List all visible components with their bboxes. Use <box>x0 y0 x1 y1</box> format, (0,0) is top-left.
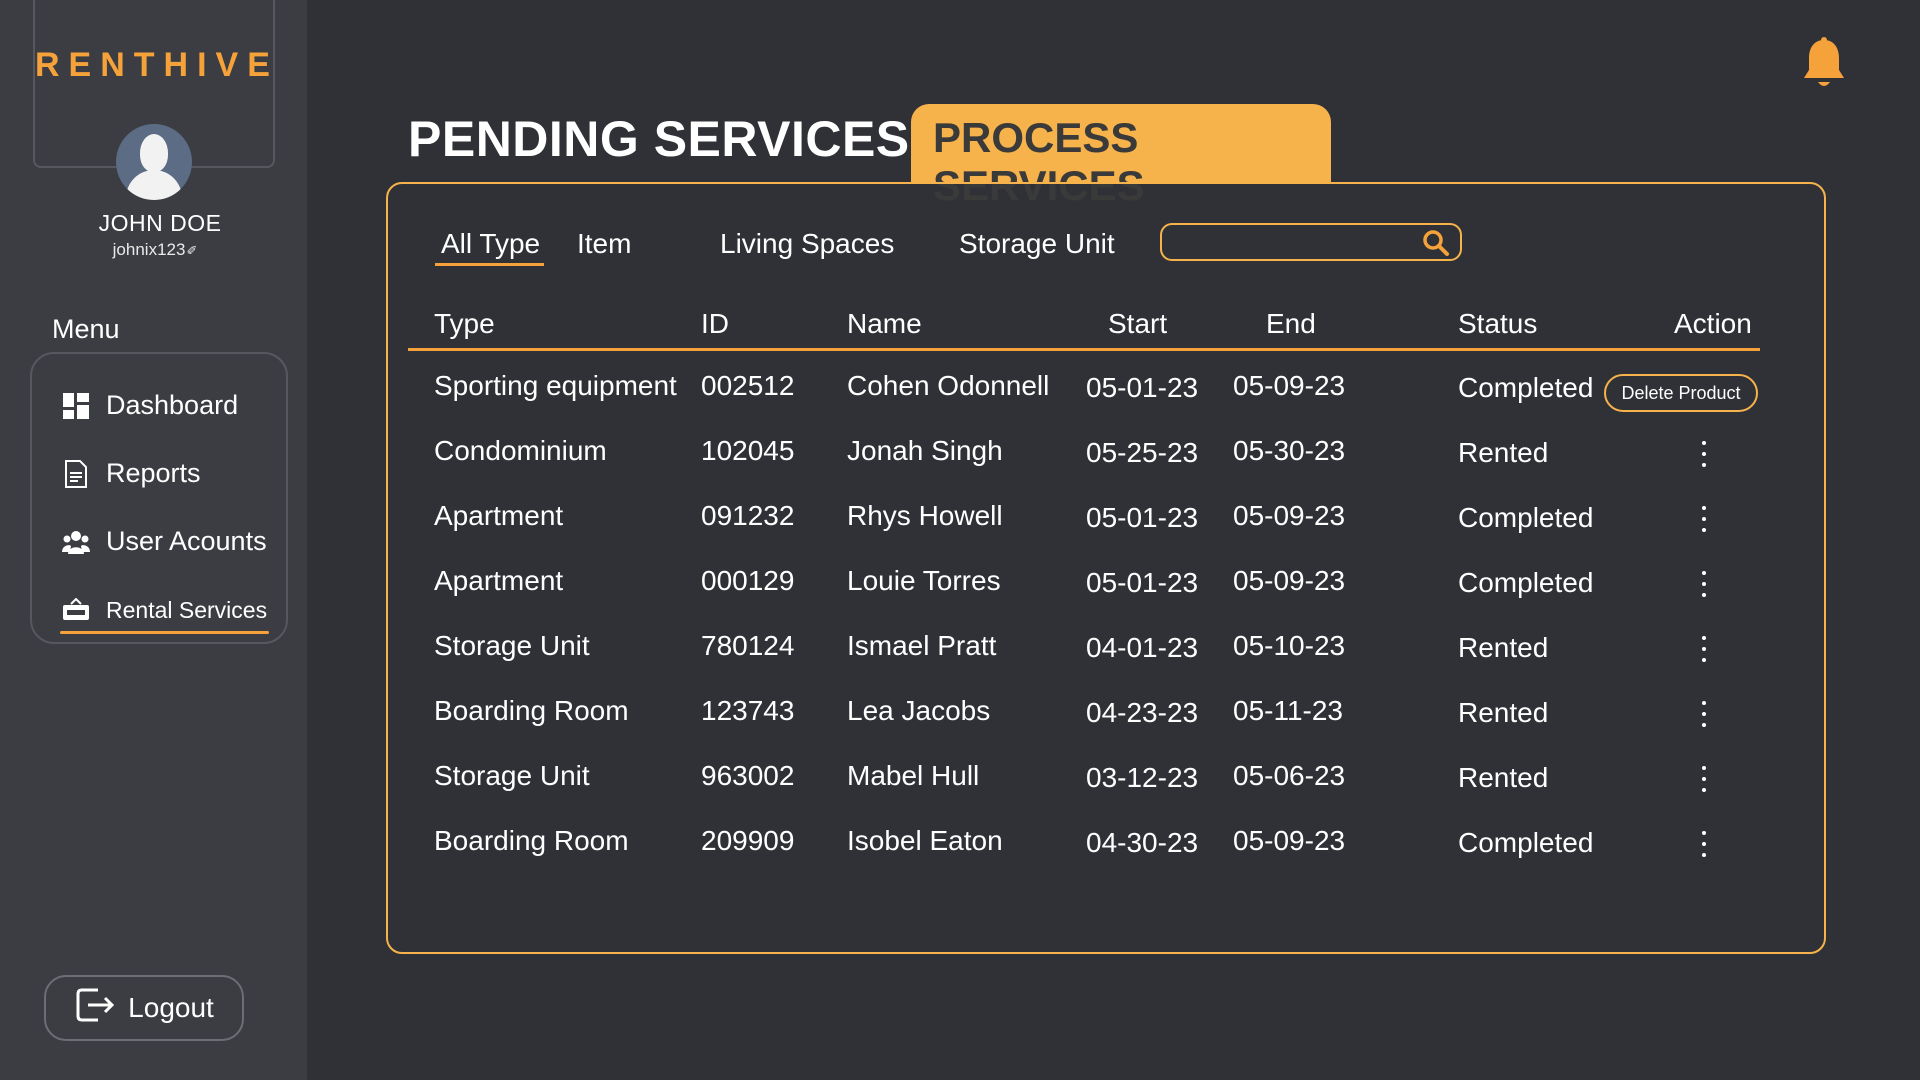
cell-id: 102045 <box>701 435 795 466</box>
table-row[interactable]: Apartment 000129 Louie Torres 05-01-23 05-09… <box>0 565 1920 625</box>
more-options-icon[interactable] <box>1694 437 1714 471</box>
table-row[interactable]: Storage Unit 963002 Mabel Hull 03-12-23 05-0… <box>0 760 1920 820</box>
cell-id: 780124 <box>701 630 795 661</box>
cell-status: Completed <box>1458 502 1594 533</box>
cell-status: Completed <box>1458 567 1594 598</box>
cell-start: 04-01-23 <box>1086 632 1199 663</box>
logout-icon <box>74 984 116 1033</box>
logout-label: Logout <box>128 992 214 1023</box>
cell-status: Completed <box>1458 827 1594 858</box>
more-options-icon[interactable] <box>1694 762 1714 796</box>
notification-bell-icon[interactable] <box>1800 36 1848 92</box>
cell-type: Apartment <box>434 500 564 531</box>
filter-item[interactable]: Item <box>577 228 631 260</box>
table-row[interactable]: Condominium 102045 Jonah Singh 05-25-23 05-3… <box>0 435 1920 495</box>
column-header-action: Action <box>1674 308 1752 339</box>
cell-end: 05-06-23 <box>1233 760 1346 791</box>
cell-end: 05-30-23 <box>1233 435 1346 466</box>
table-row[interactable]: Apartment 091232 Rhys Howell 05-01-23 05-09-… <box>0 500 1920 560</box>
table-row[interactable]: Boarding Room 209909 Isobel Eaton 04-30-23 0… <box>0 825 1920 885</box>
cell-id: 123743 <box>701 695 795 726</box>
cell-start: 05-25-23 <box>1086 437 1199 468</box>
cell-name: Rhys Howell <box>847 500 1003 531</box>
column-header-start: Start <box>1108 308 1168 339</box>
cell-status: Rented <box>1458 437 1549 468</box>
filter-living-spaces[interactable]: Living Spaces <box>720 228 894 260</box>
cell-start: 04-23-23 <box>1086 697 1199 728</box>
edit-profile-icon[interactable]: ✐ <box>186 243 197 258</box>
cell-end: 05-11-23 <box>1233 695 1344 726</box>
filter-all-type[interactable]: All Type <box>434 228 545 266</box>
cell-id: 091232 <box>701 500 795 531</box>
column-header-id: ID <box>701 308 729 339</box>
search-icon[interactable] <box>1422 229 1450 257</box>
cell-type: Condominium <box>434 435 607 466</box>
cell-id: 963002 <box>701 760 795 791</box>
tab-pending-services[interactable]: PENDING SERVICES <box>408 110 910 168</box>
cell-name: Jonah Singh <box>847 435 1003 466</box>
table-row[interactable]: Storage Unit 780124 Ismael Pratt 04-01-23 05… <box>0 630 1920 690</box>
cell-start: 05-01-23 <box>1086 502 1199 533</box>
cell-start: 04-30-23 <box>1086 827 1199 858</box>
cell-type: Sporting equipment <box>434 370 677 401</box>
cell-status: Rented <box>1458 762 1549 793</box>
table-row[interactable]: Boarding Room 123743 Lea Jacobs 04-23-23 05-… <box>0 695 1920 755</box>
cell-type: Apartment <box>434 565 564 596</box>
cell-type: Storage Unit <box>434 760 590 791</box>
cell-name: Louie Torres <box>847 565 1001 596</box>
cell-type: Boarding Room <box>434 695 629 726</box>
delete-product-button[interactable]: Delete Product <box>1604 374 1758 412</box>
user-handle: johnix123 <box>112 240 186 259</box>
avatar[interactable] <box>116 124 192 200</box>
user-handle-row: johnix123✐ <box>0 240 310 260</box>
cell-name: Isobel Eaton <box>847 825 1003 856</box>
column-header-status: Status <box>1458 308 1538 339</box>
filter-storage-unit[interactable]: Storage Unit <box>959 228 1115 260</box>
cell-type: Boarding Room <box>434 825 629 856</box>
cell-status: Rented <box>1458 632 1549 663</box>
cell-start: 05-01-23 <box>1086 372 1199 403</box>
cell-status: Rented <box>1458 697 1549 728</box>
more-options-icon[interactable] <box>1694 697 1714 731</box>
cell-end: 05-09-23 <box>1233 500 1346 531</box>
more-options-icon[interactable] <box>1694 827 1714 861</box>
cell-end: 05-09-23 <box>1233 825 1346 856</box>
table-header-divider <box>408 348 1760 351</box>
cell-name: Cohen Odonnell <box>847 370 1050 401</box>
cell-start: 05-01-23 <box>1086 567 1199 598</box>
cell-name: Lea Jacobs <box>847 695 991 726</box>
cell-name: Mabel Hull <box>847 760 980 791</box>
cell-id: 002512 <box>701 370 795 401</box>
cell-end: 05-09-23 <box>1233 565 1346 596</box>
more-options-icon[interactable] <box>1694 502 1714 536</box>
cell-end: 05-09-23 <box>1233 370 1346 401</box>
cell-end: 05-10-23 <box>1233 630 1346 661</box>
cell-id: 209909 <box>701 825 795 856</box>
search-field[interactable] <box>1160 223 1462 261</box>
column-header-name: Name <box>847 308 922 339</box>
search-input[interactable] <box>1174 229 1414 255</box>
table-row[interactable]: Sporting equipment 002512 Cohen Odonnell 05… <box>0 370 1920 430</box>
brand-logo[interactable]: RENTHIVE <box>35 46 273 85</box>
cell-type: Storage Unit <box>434 630 590 661</box>
menu-label: Menu <box>52 314 120 344</box>
more-options-icon[interactable] <box>1694 567 1714 601</box>
tab-process-services[interactable]: PROCESS SERVICES <box>911 104 1331 209</box>
column-header-type: Type <box>434 308 495 339</box>
cell-start: 03-12-23 <box>1086 762 1199 793</box>
cell-id: 000129 <box>701 565 795 596</box>
cell-status: Completed <box>1458 372 1594 403</box>
column-header-end: End <box>1266 308 1316 339</box>
more-options-icon[interactable] <box>1694 632 1714 666</box>
user-name: JOHN DOE <box>98 210 222 236</box>
logout-button[interactable]: Logout <box>44 975 244 1041</box>
cell-name: Ismael Pratt <box>847 630 997 661</box>
